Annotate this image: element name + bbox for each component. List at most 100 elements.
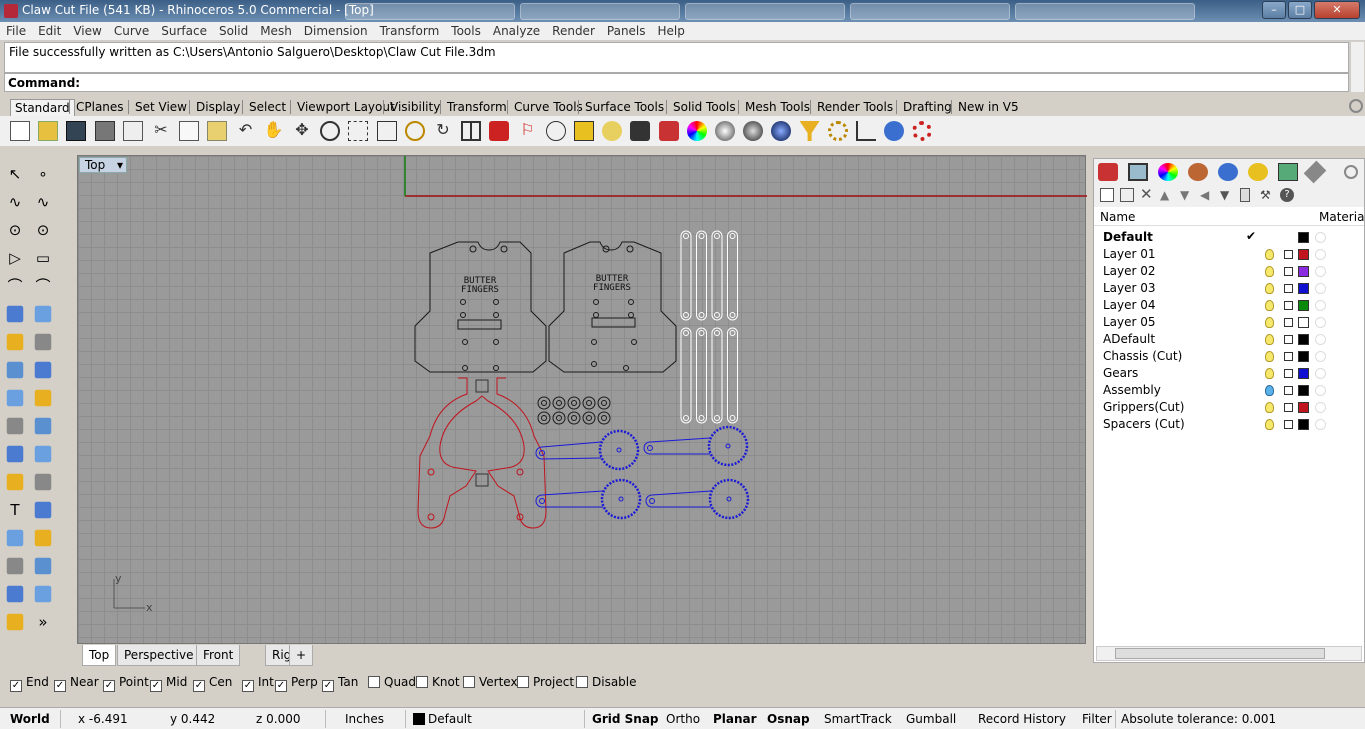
- layer-color-swatch[interactable]: [1298, 402, 1309, 413]
- checkbox-icon[interactable]: [368, 676, 380, 688]
- layer-material-swatch[interactable]: [1315, 317, 1326, 328]
- grid-snap-toggle[interactable]: Grid Snap: [592, 712, 659, 726]
- import-icon[interactable]: [122, 121, 143, 141]
- menu-item-render[interactable]: Render: [546, 22, 601, 38]
- lock-icon[interactable]: [1284, 301, 1293, 310]
- filter-toggle[interactable]: Filter: [1082, 712, 1112, 726]
- grid-array-icon[interactable]: [6, 585, 24, 603]
- lock-icon[interactable]: [1284, 420, 1293, 429]
- cplane-icon[interactable]: [545, 121, 566, 141]
- delete-layer-icon[interactable]: ✕: [1140, 187, 1154, 202]
- sphere-icon[interactable]: [34, 333, 52, 351]
- layer-color-swatch[interactable]: [1298, 283, 1309, 294]
- menu-item-surface[interactable]: Surface: [155, 22, 213, 38]
- viewport-tab-perspective[interactable]: Perspective: [117, 645, 201, 666]
- menu-item-solid[interactable]: Solid: [213, 22, 254, 38]
- visibility-bulb-icon[interactable]: [1265, 249, 1274, 260]
- menu-item-mesh[interactable]: Mesh: [254, 22, 298, 38]
- boolean-icon[interactable]: [6, 445, 24, 463]
- toolbar-tab-drafting[interactable]: Drafting: [899, 99, 956, 116]
- lock-icon[interactable]: [1284, 267, 1293, 276]
- visibility-bulb-icon[interactable]: [1265, 419, 1274, 430]
- layer-material-swatch[interactable]: [1315, 283, 1326, 294]
- filter-icon[interactable]: [799, 121, 820, 141]
- move-down-icon[interactable]: ▼: [1180, 188, 1194, 202]
- layer-row[interactable]: Grippers(Cut): [1094, 399, 1364, 416]
- materials-tab-icon[interactable]: [1158, 163, 1178, 181]
- new-icon[interactable]: [10, 121, 30, 141]
- history-scrollbar[interactable]: [1350, 42, 1364, 92]
- visibility-bulb-icon[interactable]: [1265, 266, 1274, 277]
- layer-material-swatch[interactable]: [1315, 249, 1326, 260]
- help-tab-icon[interactable]: [1303, 160, 1327, 184]
- gumball-icon[interactable]: [574, 121, 594, 141]
- osnap-int[interactable]: ✓ Int: [242, 675, 274, 692]
- visibility-bulb-icon[interactable]: [1265, 317, 1274, 328]
- layer-name[interactable]: Layer 05: [1103, 315, 1156, 329]
- help-icon[interactable]: ?: [1280, 188, 1294, 202]
- checkbox-icon[interactable]: [416, 676, 428, 688]
- name-column-header[interactable]: Name: [1100, 210, 1135, 224]
- layer-row[interactable]: Gears: [1094, 365, 1364, 382]
- settings-gears-icon[interactable]: [827, 121, 848, 141]
- planar-toggle[interactable]: Planar: [713, 712, 757, 726]
- fillet-icon[interactable]: ⌒: [32, 275, 54, 297]
- zoom-extents-icon[interactable]: [376, 121, 397, 141]
- cplane-status[interactable]: World: [10, 712, 50, 726]
- toolbar-tab-transform[interactable]: Transform: [443, 99, 511, 116]
- extrude-surface-icon[interactable]: [34, 305, 52, 323]
- toolbar-tab-new-in-v5[interactable]: New in V5: [954, 99, 1023, 116]
- rotate-view-icon[interactable]: ✥: [292, 121, 312, 141]
- osnap-knot[interactable]: Knot: [416, 675, 460, 689]
- layer-name[interactable]: Spacers (Cut): [1103, 417, 1185, 431]
- align-icon[interactable]: [34, 529, 52, 547]
- menu-item-analyze[interactable]: Analyze: [487, 22, 546, 38]
- osnap-end[interactable]: ✓ End: [10, 675, 49, 692]
- smarttrack-toggle[interactable]: SmartTrack: [824, 712, 892, 726]
- maximize-button[interactable]: □: [1288, 1, 1312, 19]
- panel-settings-icon[interactable]: [1344, 165, 1358, 179]
- visibility-bulb-icon[interactable]: [1265, 385, 1274, 396]
- visibility-bulb-icon[interactable]: [1265, 300, 1274, 311]
- layer-color-swatch[interactable]: [1298, 351, 1309, 362]
- osnap-quad[interactable]: Quad: [368, 675, 416, 689]
- circle-icon[interactable]: ⊙: [4, 219, 26, 241]
- lock-icon[interactable]: [1284, 403, 1293, 412]
- fillet-edge-icon[interactable]: [6, 473, 24, 491]
- tools-icon[interactable]: ⚒: [1260, 188, 1274, 202]
- lock-icon[interactable]: [1284, 335, 1293, 344]
- named-cplane-icon[interactable]: ⚐: [518, 121, 538, 141]
- point-edit-icon[interactable]: [856, 121, 876, 141]
- layer-color-swatch[interactable]: [1298, 334, 1309, 345]
- trim-icon[interactable]: [6, 417, 24, 435]
- osnap-cen[interactable]: ✓ Cen: [193, 675, 232, 692]
- lock-icon[interactable]: [1284, 369, 1293, 378]
- environment-tab-icon[interactable]: [1188, 163, 1208, 181]
- print-icon[interactable]: [94, 121, 115, 141]
- menu-item-file[interactable]: File: [0, 22, 32, 38]
- polygon-icon[interactable]: ▷: [4, 247, 26, 269]
- lock-icon[interactable]: [1284, 250, 1293, 259]
- toolbar-tab-mesh-tools[interactable]: Mesh Tools: [741, 99, 814, 116]
- toolbar-settings-icon[interactable]: [1349, 99, 1363, 113]
- layer-state-icon[interactable]: [1240, 188, 1250, 202]
- layer-name[interactable]: Default: [1103, 230, 1153, 244]
- layer-row[interactable]: Layer 04: [1094, 297, 1364, 314]
- lights-tab-icon[interactable]: [1248, 163, 1268, 181]
- layer-material-swatch[interactable]: [1315, 351, 1326, 362]
- layer-color-swatch[interactable]: [1298, 368, 1309, 379]
- visibility-bulb-icon[interactable]: [1265, 368, 1274, 379]
- lock-icon[interactable]: [630, 121, 651, 141]
- checkbox-icon[interactable]: ✓: [10, 680, 22, 692]
- layer-color-swatch[interactable]: [1298, 300, 1309, 311]
- rotate-icon[interactable]: ↻: [433, 121, 453, 141]
- add-viewport-tab-icon[interactable]: +: [289, 645, 314, 666]
- new-layer-icon[interactable]: [1100, 188, 1114, 202]
- layer-name[interactable]: Layer 04: [1103, 298, 1156, 312]
- toolbar-tab-set-view[interactable]: Set View: [131, 99, 191, 116]
- command-line[interactable]: Command:: [4, 73, 1349, 92]
- layer-material-swatch[interactable]: [1315, 232, 1326, 243]
- layer-name[interactable]: Chassis (Cut): [1103, 349, 1182, 363]
- ortho-toggle[interactable]: Ortho: [666, 712, 700, 726]
- toolbar-tab-solid-tools[interactable]: Solid Tools: [669, 99, 740, 116]
